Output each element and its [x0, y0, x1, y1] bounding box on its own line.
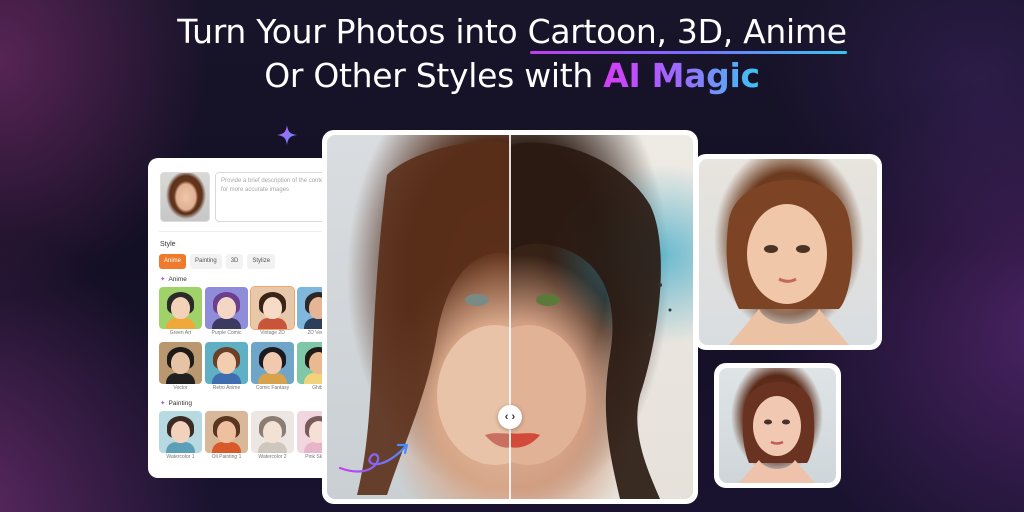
thumbnail-face — [217, 297, 236, 319]
style-option-vintage-2d[interactable]: Vintage 2D — [250, 286, 295, 339]
sparkle-dot-icon: ✦ — [160, 276, 166, 283]
thumbnail-face — [263, 352, 282, 374]
sparkle-icon — [277, 125, 297, 145]
thumbnail-face — [263, 421, 282, 443]
painting-style-grid: Watercolor 1 Oil Painting 1 Watercolor 2 Pi… — [159, 411, 340, 463]
style-tabs: Anime Painting 3D Stylize — [159, 254, 276, 269]
group-label-anime-text: Anime — [168, 276, 187, 283]
group-label-anime: ✦ Anime — [160, 275, 187, 283]
uploaded-photo-thumbnail[interactable] — [160, 172, 210, 222]
anime-style-grid: Green Art Purple Comic Vintage 2D 2D Vector… — [159, 286, 340, 394]
style-option-vector[interactable]: Vector — [159, 342, 202, 394]
style-option-comic-fantasy[interactable]: Comic Fantasy — [251, 342, 294, 394]
style-option-watercolor-1[interactable]: Watercolor 1 — [159, 411, 202, 463]
style-option-label: Vintage 2D — [260, 330, 285, 336]
style-option-retro-anime[interactable]: Retro Anime — [205, 342, 248, 394]
style-option-label: Vector — [173, 385, 188, 391]
style-option-label: Purple Comic — [211, 330, 242, 336]
thumbnail-body — [166, 373, 195, 384]
tab-stylize[interactable]: Stylize — [247, 254, 276, 269]
style-thumbnail — [205, 342, 248, 384]
example-card-small — [714, 363, 841, 488]
thumbnail-body — [166, 318, 195, 329]
group-label-painting: ✦ Painting — [160, 399, 192, 407]
style-option-watercolor-2[interactable]: Watercolor 2 — [251, 411, 294, 463]
style-thumbnail — [205, 287, 248, 329]
stylized-face-illustration — [470, 142, 672, 499]
style-option-label: Watercolor 2 — [258, 454, 287, 460]
example-face-illustration — [726, 179, 853, 345]
compare-divider[interactable] — [509, 135, 511, 499]
thumbnail-body — [166, 442, 195, 453]
thumbnail-body — [258, 442, 287, 453]
thumbnail-face — [263, 297, 282, 319]
tab-3d[interactable]: 3D — [225, 254, 244, 269]
stylized-watercolor-result — [470, 135, 693, 499]
thumbnail-body — [258, 373, 287, 384]
style-option-purple-comic[interactable]: Purple Comic — [205, 287, 248, 339]
example-portrait-anime — [699, 159, 877, 345]
style-thumbnail — [159, 411, 202, 453]
style-option-label: Comic Fantasy — [255, 385, 290, 391]
style-thumbnail — [159, 342, 202, 384]
tab-anime[interactable]: Anime — [159, 254, 187, 269]
style-option-oil-painting-1[interactable]: Oil Painting 1 — [205, 411, 248, 463]
style-thumbnail — [205, 411, 248, 453]
headline-line-1-prefix: Turn Your Photos into — [177, 12, 528, 51]
headline-underlined-styles: Cartoon, 3D, Anime — [528, 10, 847, 54]
thumbnail-face — [171, 352, 190, 374]
headline-line-2-prefix: Or Other Styles with — [264, 56, 604, 95]
example-face-illustration-small — [739, 381, 815, 483]
thumbnail-face — [217, 352, 236, 374]
panel-divider — [159, 231, 344, 232]
headline-line-2: Or Other Styles with AI Magic — [0, 54, 1024, 98]
compare-slider-handle[interactable]: ‹ › — [498, 405, 522, 429]
style-option-green-art[interactable]: Green Art — [159, 287, 202, 339]
sparkle-dot-icon: ✦ — [160, 400, 166, 407]
headline-line-1: Turn Your Photos into Cartoon, 3D, Anime — [0, 10, 1024, 54]
thumbnail-body — [212, 318, 241, 329]
headline-ai-magic: AI Magic — [603, 56, 760, 95]
group-label-painting-text: Painting — [168, 400, 192, 407]
style-option-label: Oil Painting 1 — [211, 454, 242, 460]
style-section-label: Style — [160, 241, 176, 248]
style-thumbnail — [251, 411, 294, 453]
style-thumbnail — [159, 287, 202, 329]
example-card-large — [694, 154, 882, 350]
headline: Turn Your Photos into Cartoon, 3D, Anime… — [0, 10, 1024, 98]
thumbnail-body — [212, 373, 241, 384]
style-option-label: Green Art — [169, 330, 192, 336]
tab-painting[interactable]: Painting — [190, 254, 222, 269]
example-portrait-realistic — [719, 368, 836, 483]
thumbnail-face — [171, 297, 190, 319]
thumbnail-face — [171, 421, 190, 443]
style-thumbnail — [250, 286, 295, 330]
swirl-arrow-icon — [338, 443, 409, 473]
style-thumbnail — [251, 342, 294, 384]
thumbnail-body — [212, 442, 241, 453]
thumbnail-body — [258, 318, 287, 329]
thumbnail-face — [217, 421, 236, 443]
style-option-label: Watercolor 1 — [166, 454, 195, 460]
style-option-label: Retro Anime — [212, 385, 241, 391]
